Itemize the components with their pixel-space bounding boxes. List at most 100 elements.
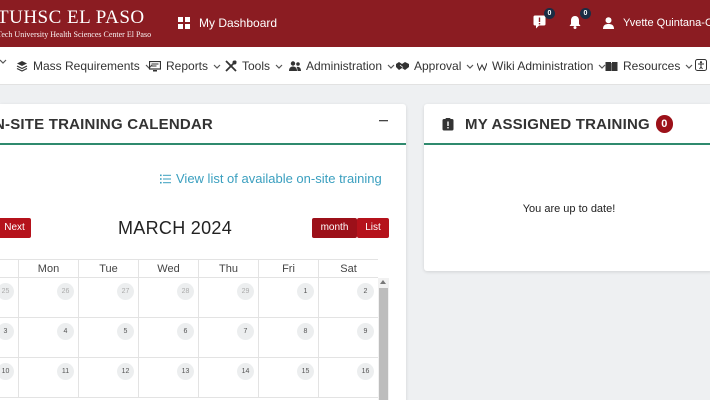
calendar-week-row: 3 4 5 6 7 8 9 <box>0 318 378 358</box>
calendar-day-cell[interactable]: 29 <box>198 278 258 317</box>
my-dashboard-label: My Dashboard <box>199 16 278 30</box>
calendar-day-number[interactable]: 11 <box>57 363 74 380</box>
nav-wiki-administration[interactable]: Wiki Administration <box>477 59 606 73</box>
assigned-card-title-row: MY ASSIGNED TRAINING 0 <box>442 115 673 133</box>
day-of-week-header: Mon Tue Wed Thu Fri Sat <box>0 259 378 278</box>
calendar-day-number[interactable]: 10 <box>0 363 14 380</box>
chevron-down-icon <box>387 64 395 69</box>
calendar-day-number[interactable]: 28 <box>177 283 194 300</box>
calendar-day-cell[interactable]: 11 <box>18 358 78 397</box>
calendar-day-cell[interactable]: 27 <box>78 278 138 317</box>
assigned-card-header: MY ASSIGNED TRAINING 0 <box>424 104 710 145</box>
calendar-day-cell[interactable]: 8 <box>258 318 318 357</box>
main-nav: Mass Requirements Reports Tools Administ… <box>0 47 710 85</box>
calendar-grid: Mon Tue Wed Thu Fri Sat 25 26 27 28 29 1 2 3 4 5 6… <box>0 259 378 398</box>
calendar-day-cell[interactable]: 2 <box>318 278 378 317</box>
calendar-day-cell[interactable]: 9 <box>318 318 378 357</box>
calendar-week-row: 25 26 27 28 29 1 2 <box>0 278 378 318</box>
chevron-down-icon <box>213 64 221 69</box>
calendar-day-cell[interactable]: 4 <box>18 318 78 357</box>
scroll-thumb[interactable] <box>379 288 388 400</box>
nav-resources[interactable]: Resources <box>605 59 693 73</box>
calendar-day-number[interactable]: 5 <box>117 323 134 340</box>
dow-sun <box>0 260 18 277</box>
messages-button[interactable]: 0 <box>533 8 555 34</box>
calendar-day-number[interactable]: 8 <box>297 323 314 340</box>
dow-fri: Fri <box>258 260 318 277</box>
calendar-day-number[interactable]: 14 <box>237 363 254 380</box>
notifications-button[interactable]: 0 <box>568 8 591 34</box>
user-icon <box>603 17 614 29</box>
user-menu[interactable]: Yvette Quintana-Ch <box>603 17 710 29</box>
up-to-date-message: You are up to date! <box>522 203 616 215</box>
my-dashboard-link[interactable]: My Dashboard <box>178 16 277 30</box>
calendar-day-cell[interactable]: 10 <box>0 358 18 397</box>
next-month-button[interactable]: Next <box>0 218 31 238</box>
nav-accessibility[interactable] <box>695 59 710 71</box>
calendar-day-cell[interactable]: 16 <box>318 358 378 397</box>
dow-mon: Mon <box>18 260 78 277</box>
calendar-day-number[interactable]: 4 <box>57 323 74 340</box>
alert-clipboard-icon <box>442 117 454 130</box>
view-list-link[interactable]: View list of available on-site training <box>160 171 382 186</box>
chevron-down-icon <box>0 59 7 64</box>
calendar-day-cell[interactable]: 1 <box>258 278 318 317</box>
assigned-card-title: MY ASSIGNED TRAINING <box>465 115 650 133</box>
calendar-day-number[interactable]: 29 <box>237 283 254 300</box>
calendar-day-cell[interactable]: 6 <box>138 318 198 357</box>
nav-label: Administration <box>306 59 383 73</box>
calendar-day-number[interactable]: 16 <box>357 363 374 380</box>
calendar-day-number[interactable]: 27 <box>117 283 134 300</box>
calendar-day-cell[interactable]: 26 <box>18 278 78 317</box>
calendar-day-cell[interactable]: 3 <box>0 318 18 357</box>
user-name: Yvette Quintana-Ch <box>623 17 710 29</box>
calendar-day-number[interactable]: 7 <box>237 323 254 340</box>
collapse-button[interactable] <box>379 112 388 130</box>
users-icon <box>289 61 301 71</box>
calendar-day-cell[interactable]: 15 <box>258 358 318 397</box>
dow-sat: Sat <box>318 260 378 277</box>
report-icon <box>149 60 161 72</box>
calendar-day-number[interactable]: 13 <box>177 363 194 380</box>
chevron-down-icon <box>275 64 283 69</box>
nav-administration[interactable]: Administration <box>289 59 395 73</box>
calendar-day-cell[interactable]: 7 <box>198 318 258 357</box>
calendar-day-number[interactable]: 9 <box>357 323 374 340</box>
dashboard-grid-icon <box>178 17 190 29</box>
calendar-weeks: 25 26 27 28 29 1 2 3 4 5 6 7 8 9 10 11 12 13 14 15 16 <box>0 278 378 398</box>
nav-mass-requirements[interactable]: Mass Requirements <box>16 59 153 73</box>
calendar-day-number[interactable]: 6 <box>177 323 194 340</box>
book-icon <box>605 61 618 72</box>
nav-overflow-caret[interactable] <box>0 59 7 64</box>
calendar-day-number[interactable]: 25 <box>0 283 14 300</box>
calendar-day-number[interactable]: 1 <box>297 283 314 300</box>
calendar-day-cell[interactable]: 5 <box>78 318 138 357</box>
nav-label: Tools <box>242 59 271 73</box>
calendar-scrollbar[interactable] <box>378 278 389 400</box>
assigned-count-badge: 0 <box>655 115 673 133</box>
tools-icon <box>225 60 237 72</box>
brand-logo[interactable]: TUHSC EL PASO Tech University Health Sci… <box>0 7 151 40</box>
brand-subtitle: Tech University Health Sciences Center E… <box>0 30 152 39</box>
calendar-day-number[interactable]: 2 <box>357 283 374 300</box>
calendar-day-number[interactable]: 12 <box>117 363 134 380</box>
calendar-day-cell[interactable]: 14 <box>198 358 258 397</box>
calendar-day-cell[interactable]: 12 <box>78 358 138 397</box>
calendar-day-cell[interactable]: 28 <box>138 278 198 317</box>
calendar-day-number[interactable]: 3 <box>0 323 14 340</box>
calendar-day-number[interactable]: 26 <box>57 283 74 300</box>
nav-label: Approval <box>414 59 462 73</box>
nav-approval[interactable]: Approval <box>396 59 474 73</box>
month-view-button[interactable]: month <box>312 218 357 238</box>
training-calendar-card: N-SITE TRAINING CALENDAR View list of av… <box>0 104 406 400</box>
list-view-button[interactable]: List <box>357 218 389 238</box>
calendar-day-number[interactable]: 15 <box>297 363 314 380</box>
chevron-down-icon <box>685 64 693 69</box>
nav-tools[interactable]: Tools <box>225 59 283 73</box>
calendar-day-cell[interactable]: 25 <box>0 278 18 317</box>
chevron-down-icon <box>466 64 474 69</box>
scroll-up-arrow-icon[interactable] <box>380 280 386 284</box>
nav-reports[interactable]: Reports <box>149 59 221 73</box>
calendar-day-cell[interactable]: 13 <box>138 358 198 397</box>
messages-count-badge: 0 <box>544 8 555 19</box>
